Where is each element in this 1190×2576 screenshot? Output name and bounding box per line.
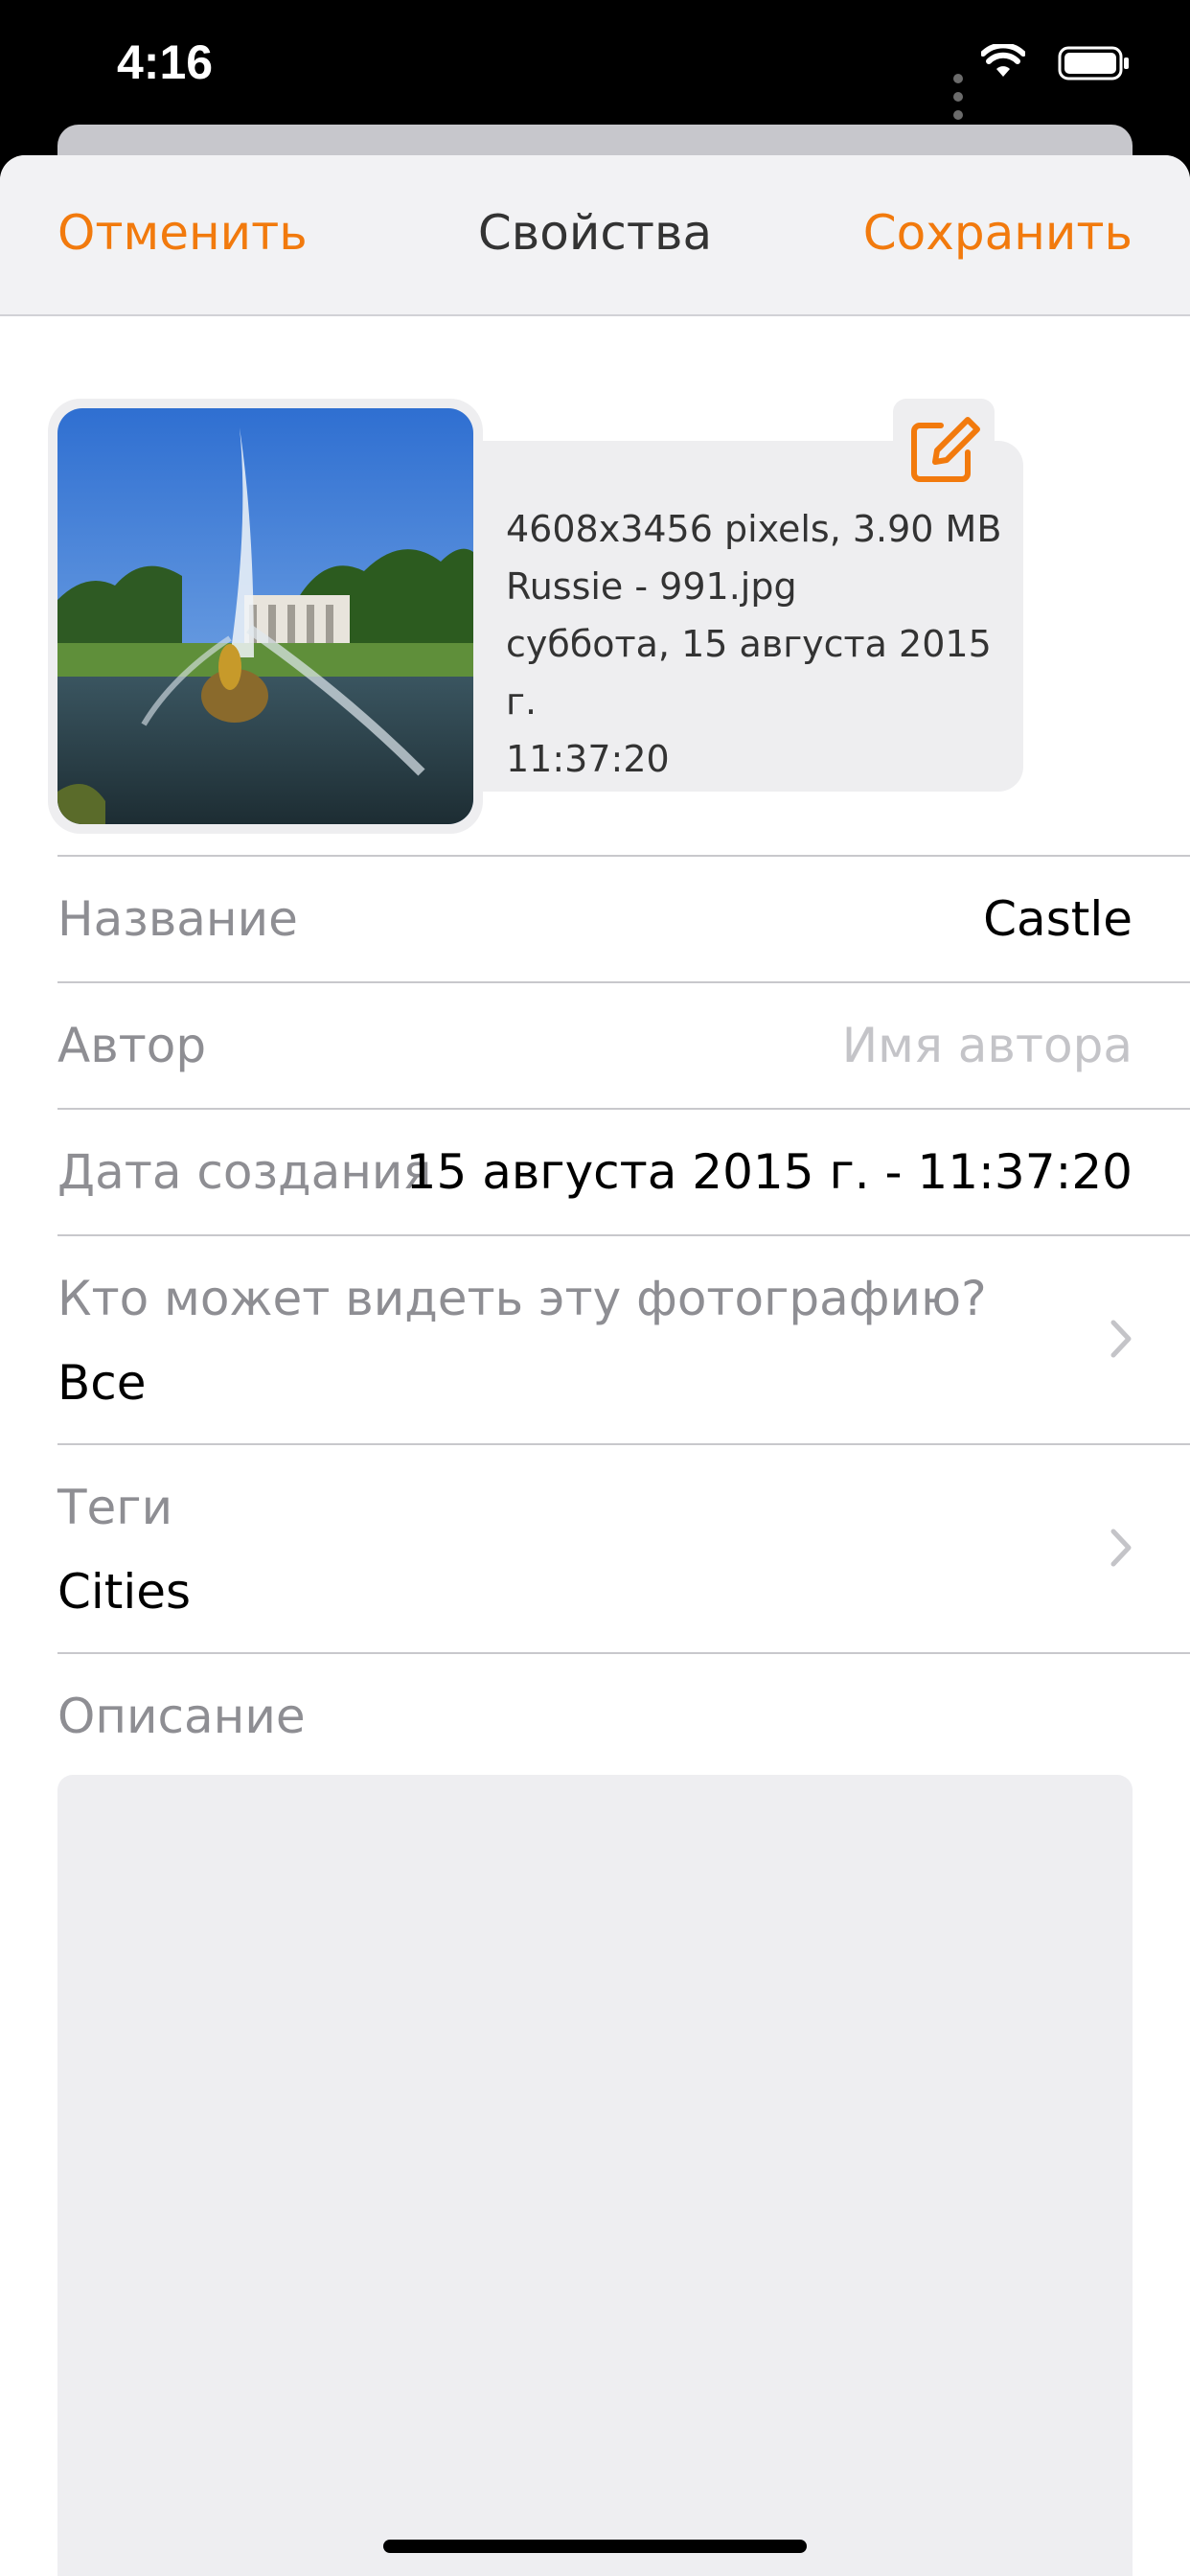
description-divider bbox=[57, 1652, 1190, 1654]
navigation-bar: Отменить Свойства Сохранить bbox=[0, 155, 1190, 316]
name-row[interactable]: Название Castle bbox=[57, 855, 1190, 983]
photo-filename: Russie - 991.jpg bbox=[506, 565, 797, 608]
home-indicator[interactable] bbox=[383, 2540, 807, 2553]
creation-date-row[interactable]: Дата создания 15 августа 2015 г. - 11:37… bbox=[57, 1108, 1190, 1236]
properties-sheet: Отменить Свойства Сохранить 4608x3456 pi… bbox=[0, 155, 1190, 2576]
creation-date-label: Дата создания bbox=[57, 1144, 432, 1200]
chevron-right-icon bbox=[1110, 1529, 1132, 1567]
photo-frame[interactable] bbox=[48, 399, 483, 834]
edit-icon bbox=[911, 417, 980, 482]
description-field[interactable] bbox=[57, 1775, 1133, 2576]
tags-value: Cities bbox=[57, 1564, 192, 1620]
photo-dimensions-size: 4608x3456 pixels, 3.90 MB bbox=[506, 508, 1002, 550]
tags-label: Теги bbox=[57, 1480, 173, 1535]
photo-date: суббота, 15 августа 2015 г. bbox=[506, 623, 992, 723]
photo-thumbnail[interactable] bbox=[57, 408, 473, 824]
status-time: 4:16 bbox=[117, 35, 214, 89]
status-bar: 4:16 bbox=[0, 0, 1190, 138]
description-label: Описание bbox=[57, 1689, 306, 1744]
author-input[interactable]: Имя автора bbox=[842, 1018, 1133, 1073]
name-label: Название bbox=[57, 891, 298, 947]
name-value[interactable]: Castle bbox=[983, 891, 1133, 947]
visibility-value: Все bbox=[57, 1355, 147, 1411]
save-button[interactable]: Сохранить bbox=[863, 205, 1133, 261]
photo-time: 11:37:20 bbox=[506, 738, 670, 780]
edit-button[interactable] bbox=[893, 399, 995, 500]
chevron-right-icon bbox=[1110, 1320, 1132, 1358]
author-row[interactable]: Автор Имя автора bbox=[57, 981, 1190, 1110]
tags-row[interactable]: Теги Cities bbox=[57, 1443, 1190, 1654]
visibility-label: Кто может видеть эту фотографию? bbox=[57, 1271, 987, 1326]
author-label: Автор bbox=[57, 1018, 207, 1073]
visibility-row[interactable]: Кто может видеть эту фотографию? Все bbox=[57, 1234, 1190, 1445]
creation-date-value[interactable]: 15 августа 2015 г. - 11:37:20 bbox=[406, 1144, 1133, 1200]
battery-icon bbox=[1058, 46, 1129, 80]
wifi-icon bbox=[981, 44, 1025, 77]
